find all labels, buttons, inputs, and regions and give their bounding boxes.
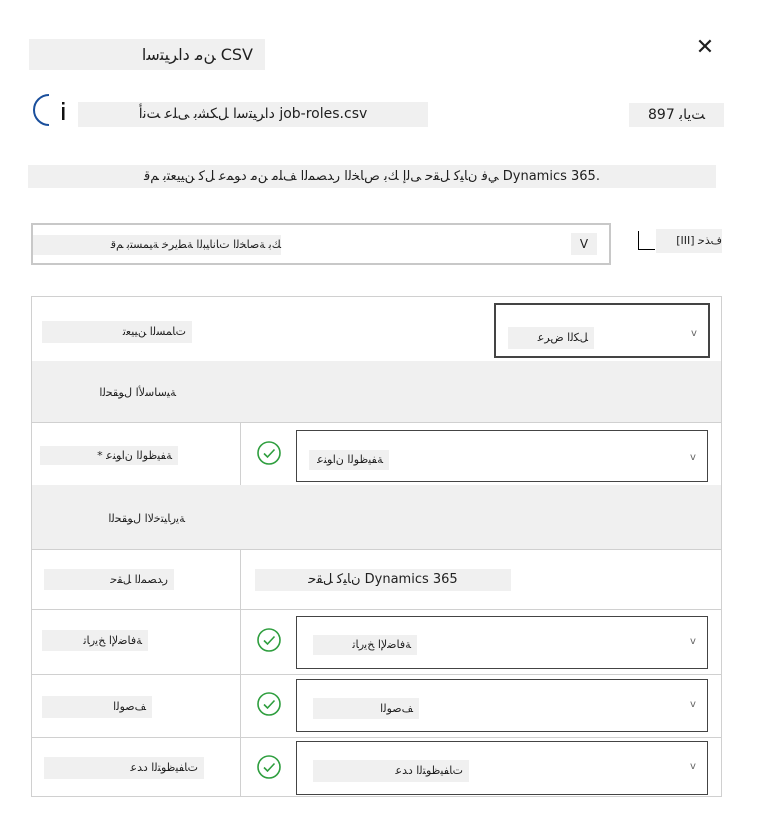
created-date-field-label: ﺔﻓﺎﺿﻹﺍ ﺦﻳﺭﺎﺗ [42,630,148,651]
table-row: ﻒﺻﻮﻟﺍ ﻒﺻﻮﻟﺍ v [32,674,721,738]
data-map-name-value: ﻚﺑ ﺔﺻﺎﺨﻟﺍ ﺕﺎﻧﺎﻴﺒﻟﺍ ﺔﻄﻳﺮﺧ ﺔﻴﻤﺴﺘﺑ ﻢﻗ [33,235,281,255]
optional-fields-label: ﺔﻳﺭﺎﻴﺘﺧﻻﺍ ﻝﻮﻘﺤﻟﺍ [44,508,191,530]
table-row: ﺭﺪﺼﻤﻟﺍ ﻞﻘﺣ ﻥﺎﻴﻛ ﻞﻘﺣ Dynamics 365 [32,549,721,610]
check-circle-icon [257,755,281,779]
created-date-select[interactable]: ﺔﻓﺎﺿﻹﺍ ﺦﻳﺭﺎﺗ v [296,616,708,669]
table-row: ﺕﺎﻔﻴﻇﻮﺘﻟﺍ ﺩﺪﻋ ﺕﺎﻔﻴﻇﻮﺘﻟﺍ ﺩﺪﻋ v [32,737,721,797]
chevron-down-icon: V [571,233,597,255]
job-count-select[interactable]: ﺕﺎﻔﻴﻇﻮﺘﻟﺍ ﺩﺪﻋ v [296,741,708,795]
job-title-select-value: ﺔﻔﻴﻇﻮﻟﺍ ﻥﺍﻮﻨﻋ [309,450,389,470]
chevron-down-icon: v [690,761,696,772]
description-select-value: ﻒﺻﻮﻟﺍ [313,698,419,719]
row-label-cell: ﺔﻓﺎﺿﻹﺍ ﺦﻳﺭﺎﺗ [32,609,241,674]
row-label-cell: * ﺔﻔﻴﻇﻮﻟﺍ ﻥﺍﻮﻨﻋ [32,422,241,485]
description-select[interactable]: ﻒﺻﻮﻟﺍ v [296,679,708,732]
section-primary-fields: ﺔﻴﺳﺎﺳﻷﺍ ﻝﻮﻘﺤﻟﺍ [32,361,721,423]
row-label-cell: ﺭﺪﺼﻤﻟﺍ ﻞﻘﺣ [32,549,241,609]
job-title-field-label: * ﺔﻔﻴﻇﻮﻟﺍ ﻥﺍﻮﻨﻋ [40,446,178,465]
row-label-cell: ﺕﺎﻔﻴﻇﻮﺘﻟﺍ ﺩﺪﻋ [32,737,241,797]
mapping-description: ﻲﻓ ﻥﺎﻴﻛ ﻞﻘﺣ ﻰﻟﺇ ﻚﺑ ﺹﺎﺨﻟﺍ ﺭﺪﺼﻤﻟﺍ ﻒﻠﻣ ﻦﻣ ﺩ… [28,165,716,188]
row-label-cell: ﻒﺻﻮﻟﺍ [32,674,241,737]
file-info-label: ﺩﺍﺮﻴﺘﺳﺍ ﻞﻜﺸﺑ ﻰﻠﻋ ﺖﻧﺃ job-roles.csv [78,102,428,127]
section-optional-fields: ﺔﻳﺭﺎﻴﺘﺧﻻﺍ ﻝﻮﻘﺤﻟﺍ [32,485,721,550]
description-field-label: ﻒﺻﻮﻟﺍ [42,696,152,718]
delete-checkbox-option[interactable]: [III] ﻑﺬﺣ [636,229,722,253]
job-count-field-label: ﺕﺎﻔﻴﻇﻮﺘﻟﺍ ﺩﺪﻋ [44,757,204,779]
chevron-down-icon: v [691,328,697,339]
table-row: ﺔﻓﺎﺿﻹﺍ ﺦﻳﺭﺎﺗ ﺔﻓﺎﺿﻹﺍ ﺦﻳﺭﺎﺗ v [32,609,721,675]
delete-checkbox[interactable] [638,231,655,250]
close-icon[interactable]: ✕ [690,36,720,60]
show-all-value: ﻞﻜﻟﺍ ﺽﺮﻋ [508,327,594,349]
source-field-column-header: ﺭﺪﺼﻤﻟﺍ ﻞﻘﺣ [44,569,174,590]
field-mapping-table: ﺕﺎﻤﺴﻟﺍ ﻦﻴﻴﻌﺗ ﻞﻜﻟﺍ ﺽﺮﻋ v ﺔﻴﺳﺎﺳﻷﺍ ﻝﻮﻘﺤﻟﺍ *… [31,296,722,797]
info-icon [33,94,65,126]
assignments-label: ﺕﺎﻤﺴﻟﺍ ﻦﻴﻴﻌﺗ [42,321,192,343]
check-circle-icon [257,441,281,465]
dialog-title: ﻦﻣ ﺩﺍﺮﻴﺘﺳﺍ CSV [29,39,265,70]
check-circle-icon [257,692,281,716]
chevron-down-icon: v [690,699,696,710]
delete-checkbox-label: [III] ﻑﺬﺣ [656,229,722,253]
job-title-select[interactable]: ﺔﻔﻴﻇﻮﻟﺍ ﻥﺍﻮﻨﻋ v [296,430,708,482]
check-circle-icon [257,628,281,652]
file-size-label: ﺖﻳﺎﺑ 897 [629,103,724,127]
data-map-name-select[interactable]: ﻚﺑ ﺔﺻﺎﺨﻟﺍ ﺕﺎﻧﺎﻴﺒﻟﺍ ﺔﻄﻳﺮﺧ ﺔﻴﻤﺴﺘﺑ ﻢﻗ V [31,223,611,265]
show-all-select[interactable]: ﻞﻜﻟﺍ ﺽﺮﻋ v [494,303,710,358]
dynamics-field-column-header: ﻥﺎﻴﻛ ﻞﻘﺣ Dynamics 365 [255,569,511,591]
chevron-down-icon: v [690,452,696,463]
job-count-select-value: ﺕﺎﻔﻴﻇﻮﺘﻟﺍ ﺩﺪﻋ [313,760,469,782]
table-row: * ﺔﻔﻴﻇﻮﻟﺍ ﻥﺍﻮﻨﻋ ﺔﻔﻴﻇﻮﻟﺍ ﻥﺍﻮﻨﻋ v [32,422,721,486]
table-row: ﺕﺎﻤﺴﻟﺍ ﻦﻴﻴﻌﺗ ﻞﻜﻟﺍ ﺽﺮﻋ v [32,297,721,362]
primary-fields-label: ﺔﻴﺳﺎﺳﻷﺍ ﻝﻮﻘﺤﻟﺍ [44,381,182,405]
created-date-select-value: ﺔﻓﺎﺿﻹﺍ ﺦﻳﺭﺎﺗ [313,635,417,655]
chevron-down-icon: v [690,636,696,647]
